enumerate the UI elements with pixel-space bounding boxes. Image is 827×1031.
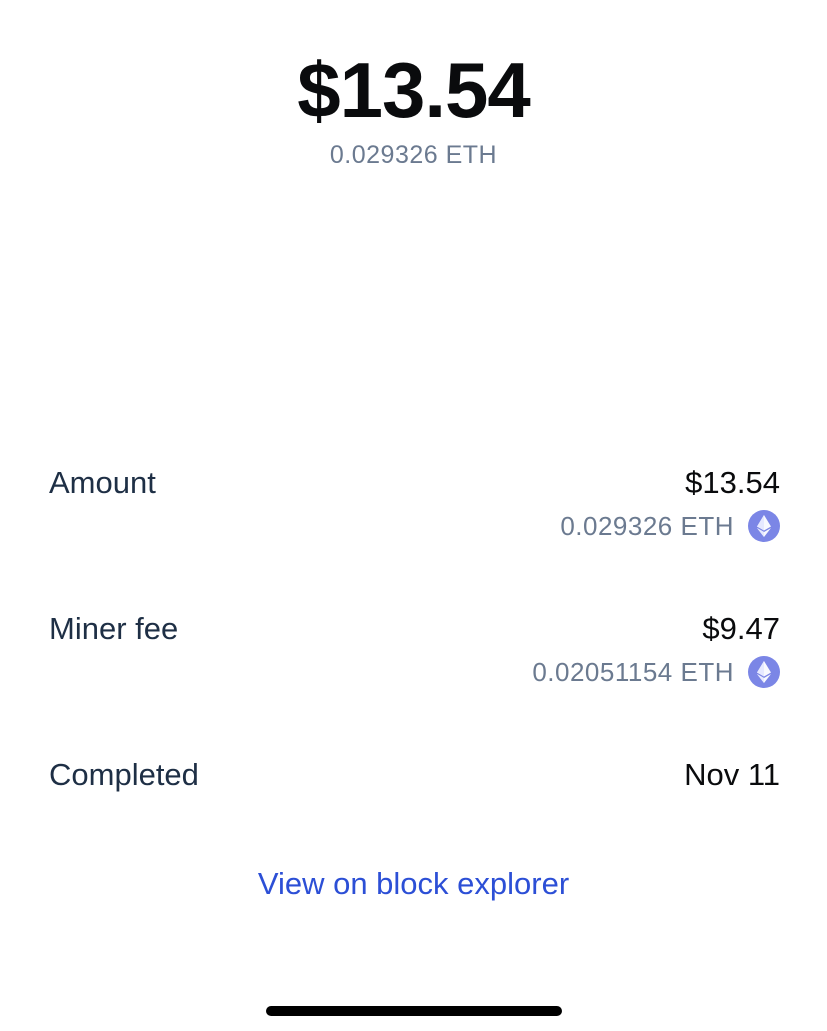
transaction-summary: $13.54 0.029326 ETH — [0, 44, 827, 170]
amount-values: $13.54 0.029326 ETH — [560, 466, 780, 542]
status-label: Completed — [49, 757, 199, 792]
amount-usd-value: $13.54 — [685, 465, 780, 500]
transaction-amount-usd: $13.54 — [297, 46, 531, 134]
miner-fee-values: $9.47 0.02051154 ETH — [532, 612, 780, 688]
miner-fee-eth-line: 0.02051154 ETH — [532, 656, 780, 688]
view-on-block-explorer-link[interactable]: View on block explorer — [0, 866, 827, 902]
status-values: Nov 11 — [684, 758, 780, 792]
status-date: Nov 11 — [684, 757, 780, 792]
home-indicator[interactable] — [266, 1006, 562, 1016]
ethereum-icon — [748, 656, 780, 688]
miner-fee-label: Miner fee — [49, 611, 179, 646]
miner-fee-usd-value: $9.47 — [702, 611, 780, 646]
miner-fee-eth-value: 0.02051154 ETH — [532, 657, 734, 687]
amount-label: Amount — [49, 465, 156, 500]
transaction-amount-eth: 0.029326 ETH — [329, 141, 498, 169]
amount-eth-line: 0.029326 ETH — [560, 510, 780, 542]
amount-eth-value: 0.029326 ETH — [560, 511, 734, 541]
ethereum-icon — [748, 510, 780, 542]
